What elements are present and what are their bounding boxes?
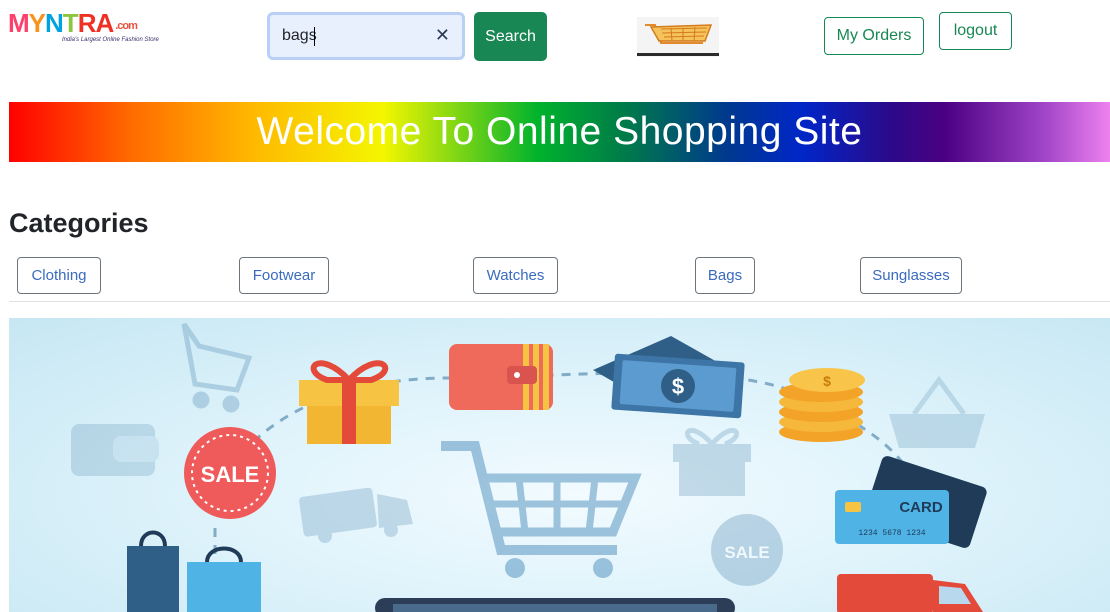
gift-box-icon (299, 360, 399, 444)
card-label-text: CARD (899, 499, 942, 516)
myntra-logo[interactable]: MYNTRA .com India's Largest Online Fashio… (8, 8, 159, 50)
search-input[interactable] (270, 15, 432, 57)
faded-cart-icon (181, 322, 253, 413)
laptop-icon (375, 598, 735, 612)
section-divider (9, 301, 1110, 302)
logout-button[interactable]: logout (939, 12, 1012, 50)
dollar-text: $ (672, 374, 684, 399)
faded-sale-text: SALE (724, 543, 769, 562)
welcome-banner: Welcome To Online Shopping Site (9, 102, 1110, 162)
category-footwear-button[interactable]: Footwear (239, 257, 329, 294)
faded-basket-icon (889, 375, 985, 448)
clear-search-icon[interactable]: ✕ (435, 25, 450, 46)
categories-heading: Categories (9, 208, 149, 238)
sale-text: SALE (201, 462, 260, 487)
search-box[interactable]: ✕ (267, 12, 465, 60)
logo-tagline: India's Largest Online Fashion Store (62, 37, 159, 43)
category-watches-button[interactable]: Watches (473, 257, 558, 294)
faded-wallet-icon (71, 424, 159, 476)
delivery-truck-icon (837, 574, 983, 612)
faded-gift-icon (673, 428, 751, 496)
text-caret (314, 27, 315, 46)
cart-icon[interactable] (637, 17, 719, 57)
search-button[interactable]: Search (474, 12, 547, 61)
category-clothing-button[interactable]: Clothing (17, 257, 101, 294)
my-orders-button[interactable]: My Orders (824, 17, 924, 55)
logo-text: MYNTRA .com (8, 8, 138, 38)
faded-truck-icon (299, 487, 413, 543)
faded-sale-badge-icon: SALE (711, 514, 783, 586)
credit-card-icon: CARD 1234 5678 1234 (835, 456, 987, 548)
category-sunglasses-button[interactable]: Sunglasses (860, 257, 962, 294)
wallet-icon (449, 344, 553, 410)
logo-suffix: .com (115, 20, 138, 32)
sale-badge-icon: SALE (184, 427, 276, 519)
coin-text: $ (823, 373, 831, 389)
card-number-text: 1234 5678 1234 (858, 529, 925, 538)
coin-stack-icon: $ (779, 368, 865, 442)
shopping-cart-icon (441, 441, 642, 578)
category-bags-button[interactable]: Bags (695, 257, 755, 294)
shopping-bags-icon (127, 530, 261, 612)
money-icon: $ (593, 336, 745, 419)
hero-illustration: SALE $ $ SALE CARD 1234 5678 1234 (9, 318, 1110, 612)
banner-title: Welcome To Online Shopping Site (256, 110, 863, 153)
